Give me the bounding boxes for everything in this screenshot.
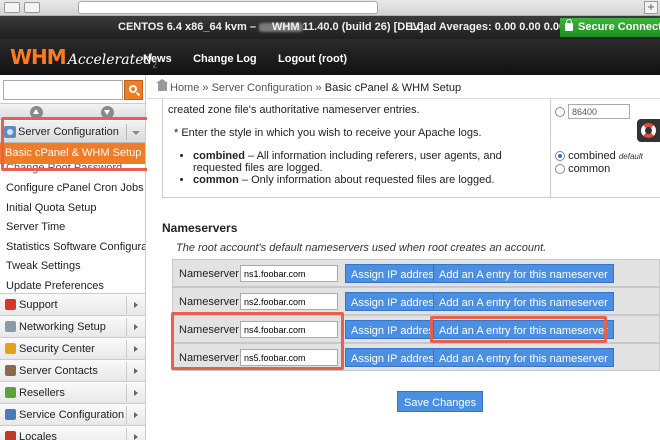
address-bar[interactable] [78,1,378,14]
sidebar-category-contacts[interactable]: Server Contacts [0,359,145,381]
search-input[interactable] [3,80,123,100]
sidebar-item[interactable]: Configure cPanel Cron Jobs [0,179,145,199]
whm-version: WHM 11.40.0 (build 26) [DEV] [272,21,424,33]
grid-icon[interactable] [24,2,40,13]
bookmarks-icon[interactable] [4,2,20,13]
nameservers-description: The root account's default nameservers u… [176,242,547,254]
secure-connection-badge: Secure Connection [560,18,660,37]
ttl-row [555,104,630,120]
list-item: combined – All information including ref… [193,150,548,174]
ttl-radio[interactable] [555,106,565,117]
sidebar-category-support[interactable]: Support [0,293,145,315]
table-row: Nameserver 2: Assign IP address Add an A… [172,287,660,315]
ttl-input[interactable] [568,104,630,120]
browser-toolbar: + [0,0,660,16]
nav-change-log[interactable]: Change Log [193,53,257,65]
add-a-entry-button[interactable]: Add an A entry for this nameserver [433,292,614,311]
help-lifebuoy-icon[interactable] [637,119,660,142]
networking-icon [5,321,16,332]
home-icon [156,79,168,91]
list-item: common – Only information about requeste… [193,174,548,186]
header: WHM Accelerated2 News Change Log Logout (… [0,39,660,75]
top-nav: News Change Log Logout (root) [143,51,365,65]
expand-icon[interactable] [126,296,144,314]
option-controls: combined default common [551,99,660,198]
sidebar-item[interactable]: Server Time [0,218,145,238]
lock-icon [5,343,16,354]
breadcrumb-section[interactable]: Server Configuration [212,82,313,94]
expand-icon[interactable] [126,384,144,402]
assign-ip-button[interactable]: Assign IP address [345,264,446,283]
sidebar-item[interactable]: Initial Quota Setup [0,199,145,219]
sidebar-category-security[interactable]: Security Center [0,337,145,359]
expand-icon[interactable] [126,318,144,336]
highlight-annotation-sidebar [1,117,152,171]
apache-log-radios: combined default common [555,150,643,175]
server-info-bar: CENTOS 6.4 x86_64 kvm – WHM 11.40.0 (bui… [0,16,660,39]
expand-icon[interactable] [126,362,144,380]
breadcrumb: Home » Server Configuration » Basic cPan… [156,79,462,94]
apache-log-styles: combined – All information including ref… [193,150,548,186]
apache-log-note: * Enter the style in which you wish to r… [174,127,482,139]
add-a-entry-button[interactable]: Add an A entry for this nameserver [433,348,614,367]
sidebar-item[interactable]: Statistics Software Configuration [0,238,145,258]
resellers-icon [5,387,16,398]
lock-icon [565,19,573,31]
add-a-entry-button[interactable]: Add an A entry for this nameserver [433,264,614,283]
nameserver-1-input[interactable] [240,265,338,282]
sidebar-sub-items: Change Root Password Configure cPanel Cr… [0,164,145,297]
breadcrumb-home[interactable]: Home [170,82,199,94]
assign-ip-button[interactable]: Assign IP address [345,292,446,311]
nameserver-2-input[interactable] [240,293,338,310]
breadcrumb-current: Basic cPanel & WHM Setup [324,82,462,94]
highlight-annotation-add-entry [430,316,607,343]
sidebar-categories: Support Networking Setup Security Center… [0,293,145,440]
sidebar-category-service-config[interactable]: Service Configuration [0,403,145,425]
expand-icon[interactable] [126,428,144,440]
expand-icon[interactable] [126,340,144,358]
assign-ip-button[interactable]: Assign IP address [345,348,446,367]
support-icon [5,299,16,310]
new-tab-button[interactable]: + [644,1,658,14]
load-averages: Load Averages: 0.00 0.00 0.00 [410,21,566,33]
common-radio[interactable] [555,164,565,175]
sidebar-category-resellers[interactable]: Resellers [0,381,145,403]
sidebar-item[interactable]: Tweak Settings [0,257,145,277]
flag-icon [5,431,16,440]
sidebar-search [3,80,143,100]
option-descriptions: created zone file's authoritative namese… [163,99,551,198]
table-row: Nameserver 1: Assign IP address Add an A… [172,259,660,287]
expand-icon[interactable] [126,406,144,424]
gear-icon [5,409,16,420]
sidebar-category-networking[interactable]: Networking Setup [0,315,145,337]
zone-text: created zone file's authoritative namese… [168,104,420,116]
whm-logo[interactable]: WHM Accelerated2 [10,45,157,69]
combined-radio[interactable] [555,151,565,162]
main-content: created zone file's authoritative namese… [147,99,660,440]
save-changes-button[interactable]: Save Changes [397,391,484,412]
nameservers-title: Nameservers [162,221,238,235]
options-table: created zone file's authoritative namese… [162,99,660,198]
search-button[interactable] [124,80,143,100]
nav-logout[interactable]: Logout (root) [278,53,347,65]
breadcrumb-bar: Home » Server Configuration » Basic cPan… [147,75,660,99]
contacts-icon [5,365,16,376]
nav-news[interactable]: News [143,53,172,65]
highlight-annotation-nameservers [171,312,344,370]
sidebar-category-locales[interactable]: Locales [0,425,145,440]
